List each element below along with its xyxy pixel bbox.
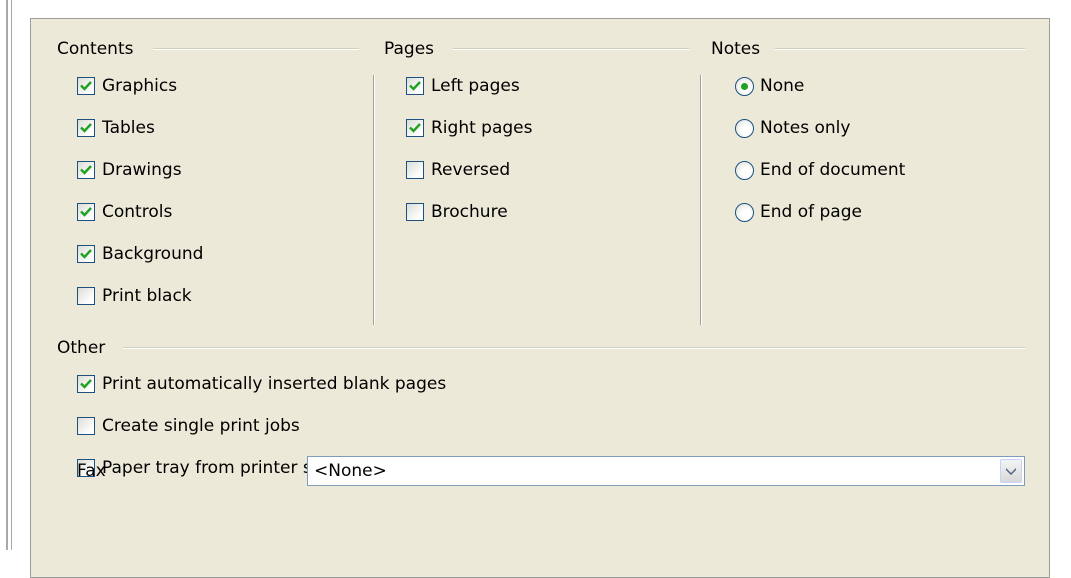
pages-group-title: Pages [384,39,435,59]
checkmark-icon [80,379,92,389]
fax-select[interactable]: <None> [307,456,1025,486]
radio-none[interactable]: None [735,73,804,99]
fax-dropdown-button[interactable] [1000,459,1022,483]
checkbox-box[interactable] [77,203,95,221]
checkbox-drawings[interactable]: Drawings [77,157,182,183]
checkbox-box[interactable] [406,119,424,137]
checkbox-print-black[interactable]: Print black [77,283,192,309]
window-edge-line [6,0,8,550]
checkbox-label: Right pages [431,118,533,138]
checkbox-graphics[interactable]: Graphics [77,73,177,99]
checkbox-box[interactable] [77,77,95,95]
checkbox-left-pages[interactable]: Left pages [406,73,520,99]
radio-end-of-page[interactable]: End of page [735,199,862,225]
radio-button[interactable] [735,118,754,138]
checkbox-box[interactable] [77,417,95,435]
separator-pages-notes [700,75,702,325]
checkmark-icon [409,81,421,91]
checkbox-label: Background [102,244,204,264]
checkbox-create-single-print-jobs[interactable]: Create single print jobs [77,413,300,439]
contents-group-title: Contents [57,39,134,59]
checkbox-label: Drawings [102,160,182,180]
checkbox-box[interactable] [406,203,424,221]
notes-group-rule [775,48,1025,50]
checkbox-label: Create single print jobs [102,416,300,436]
checkbox-box[interactable] [77,375,95,393]
checkmark-icon [80,165,92,175]
checkbox-box[interactable] [77,161,95,179]
contents-group-rule [153,48,359,50]
print-options-panel: Contents Graphics Tables Drawings Controls B… [30,18,1050,578]
checkbox-label: Reversed [431,160,511,180]
checkbox-brochure[interactable]: Brochure [406,199,508,225]
radio-button[interactable] [735,160,754,180]
checkmark-icon [80,249,92,259]
checkmark-icon [80,81,92,91]
radio-button[interactable] [735,76,754,96]
notes-group-title: Notes [711,39,761,59]
checkmark-icon [409,123,421,133]
checkbox-tables[interactable]: Tables [77,115,155,141]
checkbox-box[interactable] [77,287,95,305]
checkbox-label: Tables [102,118,155,138]
radio-label: End of page [760,202,862,222]
fax-label: Fax [77,461,106,481]
checkbox-box[interactable] [406,161,424,179]
checkmark-icon [80,123,92,133]
radio-button[interactable] [735,202,754,222]
window-edge-line-inner [11,0,12,550]
checkbox-label: Graphics [102,76,178,96]
checkbox-print-automatically-inserted-blank-pages[interactable]: Print automatically inserted blank pages [77,371,446,397]
checkbox-box[interactable] [77,245,95,263]
pages-group-rule [453,48,689,50]
checkbox-right-pages[interactable]: Right pages [406,115,533,141]
radio-label: End of document [760,160,906,180]
radio-label: None [760,76,805,96]
checkbox-label: Print automatically inserted blank pages [102,374,447,394]
checkmark-icon [80,207,92,217]
checkbox-label: Left pages [431,76,520,96]
radio-selected-dot-icon [741,82,748,90]
separator-contents-pages [373,75,375,325]
radio-notes-only[interactable]: Notes only [735,115,850,141]
checkbox-label: Controls [102,202,173,222]
checkbox-box[interactable] [77,119,95,137]
radio-end-of-document[interactable]: End of document [735,157,905,183]
chevron-down-icon [1006,468,1016,475]
other-group-title: Other [57,338,106,358]
checkbox-box[interactable] [406,77,424,95]
checkbox-background[interactable]: Background [77,241,203,267]
checkbox-label: Print black [102,286,192,306]
checkbox-label: Brochure [431,202,508,222]
radio-label: Notes only [760,118,851,138]
other-group-rule [123,347,1025,349]
checkbox-controls[interactable]: Controls [77,199,172,225]
checkbox-reversed[interactable]: Reversed [406,157,510,183]
fax-select-value: <None> [314,461,387,481]
